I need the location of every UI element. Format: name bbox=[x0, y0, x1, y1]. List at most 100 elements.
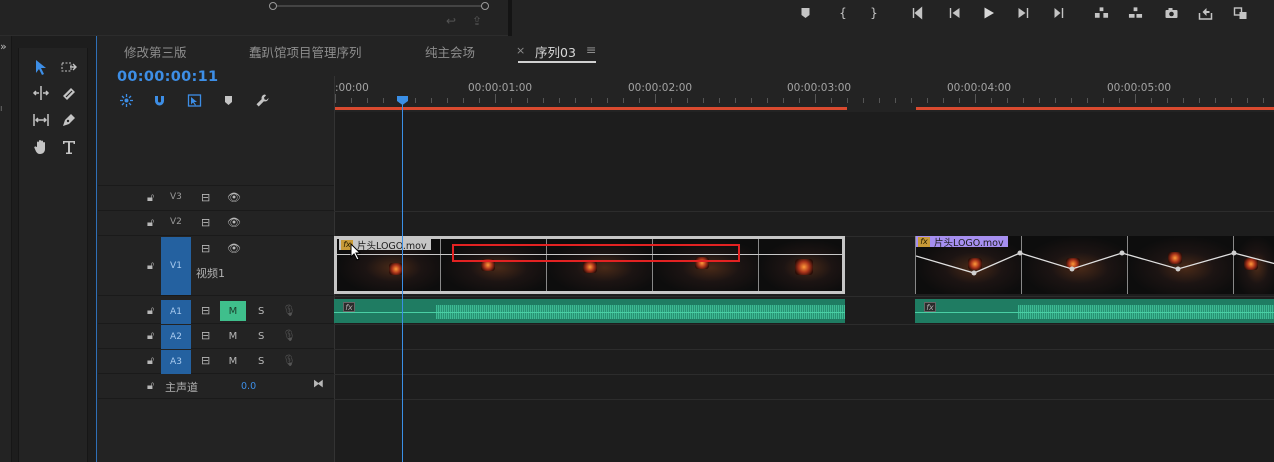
hand-tool-icon[interactable] bbox=[30, 136, 52, 158]
solo-button-a2[interactable]: S bbox=[258, 331, 264, 342]
add-marker-button[interactable] bbox=[794, 4, 816, 22]
eye-icon[interactable]: 👁︎ bbox=[227, 216, 241, 229]
ruler-tick bbox=[431, 98, 432, 103]
fx-badge[interactable]: fx bbox=[918, 236, 930, 247]
track-divider bbox=[334, 399, 1274, 400]
frame-highlight bbox=[389, 263, 403, 275]
comparison-view-icon[interactable] bbox=[1229, 4, 1251, 22]
tab-序列03[interactable]: 序列03 bbox=[535, 42, 576, 61]
eye-icon[interactable]: 👁︎ bbox=[227, 191, 241, 204]
track-target-a3[interactable]: A3 bbox=[161, 350, 191, 374]
tab-close-icon[interactable]: × bbox=[516, 44, 525, 57]
audio-fx-badge[interactable]: fx bbox=[343, 302, 355, 312]
track-divider bbox=[334, 349, 1274, 350]
snap-magnet-icon[interactable] bbox=[150, 92, 168, 108]
add-marker-icon[interactable] bbox=[219, 92, 237, 108]
lock-icon[interactable]: 🔓︎ bbox=[147, 329, 154, 343]
go-to-end-icon[interactable]: ⧓ bbox=[313, 377, 324, 390]
export-frame-icon[interactable] bbox=[1160, 4, 1182, 22]
audio-fx-badge[interactable]: fx bbox=[924, 302, 936, 312]
nest-sequence-icon[interactable] bbox=[117, 92, 135, 108]
lift-button[interactable] bbox=[1090, 4, 1112, 22]
step-back-button[interactable] bbox=[943, 4, 965, 22]
lock-icon[interactable]: 🔓︎ bbox=[147, 304, 154, 318]
mark-in-button[interactable]: { bbox=[832, 4, 854, 22]
extract-button[interactable] bbox=[1124, 4, 1146, 22]
timeline-settings-wrench-icon[interactable] bbox=[253, 92, 271, 108]
type-tool-icon[interactable] bbox=[58, 136, 80, 158]
audio-clip-1[interactable]: fx bbox=[334, 299, 845, 323]
export-icon[interactable] bbox=[1194, 4, 1216, 22]
sync-lock-icon[interactable]: ⊟ bbox=[201, 329, 210, 342]
track-label-v3[interactable]: V3 bbox=[170, 192, 182, 202]
ruler-tick bbox=[671, 98, 672, 103]
lock-icon[interactable]: 🔓︎ bbox=[147, 379, 154, 393]
voiceover-mic-icon[interactable]: 🎙︎ bbox=[282, 329, 296, 342]
voiceover-mic-icon[interactable]: 🎙︎ bbox=[282, 354, 296, 367]
track-select-tool-icon[interactable] bbox=[58, 56, 80, 78]
audio-volume-line[interactable] bbox=[915, 312, 1274, 313]
time-ruler[interactable]: :00:00 00:00:01:00 00:00:02:00 00:00:03:… bbox=[334, 76, 1274, 112]
voiceover-mic-icon[interactable]: 🎙︎ bbox=[282, 304, 296, 317]
video-clip-2[interactable]: fx 片头LOGO.mov bbox=[915, 236, 1274, 294]
lock-icon[interactable]: 🔓︎ bbox=[147, 259, 154, 273]
mute-button-a3[interactable]: M bbox=[220, 351, 246, 371]
source-out-handle[interactable] bbox=[481, 2, 489, 10]
slip-tool-icon[interactable] bbox=[30, 109, 52, 131]
sync-lock-icon[interactable]: ⊟ bbox=[201, 354, 210, 367]
overwrite-icon[interactable]: ⇪ bbox=[472, 14, 482, 28]
work-area-bar-2[interactable] bbox=[916, 107, 1274, 110]
selection-tool-icon[interactable] bbox=[30, 56, 52, 78]
work-area-bar-1[interactable] bbox=[335, 107, 847, 110]
master-volume-value[interactable]: 0.0 bbox=[241, 381, 256, 392]
go-to-out-button[interactable] bbox=[1046, 4, 1068, 22]
sync-lock-icon[interactable]: ⊟ bbox=[201, 216, 210, 229]
audio-clip-2[interactable]: fx bbox=[915, 299, 1274, 323]
insert-icon[interactable]: ↩ bbox=[446, 14, 456, 28]
razor-tool-icon[interactable] bbox=[58, 82, 80, 104]
playhead-line[interactable] bbox=[402, 98, 403, 462]
track-target-a2[interactable]: A2 bbox=[161, 325, 191, 349]
tab-纯主会场[interactable]: 纯主会场 bbox=[425, 42, 475, 61]
ruler-tick bbox=[495, 94, 496, 103]
audio-volume-line[interactable] bbox=[334, 312, 845, 313]
tab-修改第三版[interactable]: 修改第三版 bbox=[124, 42, 187, 61]
track-header-a2 bbox=[98, 324, 334, 349]
source-scrub-track[interactable] bbox=[272, 5, 486, 7]
play-button[interactable] bbox=[977, 4, 999, 22]
eye-icon[interactable]: 👁︎ bbox=[227, 242, 241, 255]
source-in-handle[interactable] bbox=[269, 2, 277, 10]
sync-lock-icon[interactable]: ⊟ bbox=[201, 191, 210, 204]
sync-lock-icon[interactable]: ⊟ bbox=[201, 304, 210, 317]
go-to-in-button[interactable] bbox=[907, 4, 929, 22]
mute-button-a1[interactable]: M bbox=[220, 301, 246, 321]
playhead-timecode[interactable]: 00:00:00:11 bbox=[117, 69, 218, 85]
ruler-tick bbox=[1263, 98, 1264, 103]
track-target-v1[interactable]: V1 bbox=[161, 237, 191, 295]
sync-lock-icon[interactable]: ⊟ bbox=[201, 242, 210, 255]
ruler-tick bbox=[607, 98, 608, 103]
ripple-edit-tool-icon[interactable] bbox=[30, 82, 52, 104]
tab-menu-icon[interactable]: ≡ bbox=[586, 42, 596, 57]
lock-icon[interactable]: 🔓︎ bbox=[147, 216, 154, 230]
track-divider bbox=[334, 211, 1274, 212]
solo-button-a1[interactable]: S bbox=[258, 306, 264, 317]
lock-icon[interactable]: 🔓︎ bbox=[147, 191, 154, 205]
ruler-tick bbox=[847, 98, 848, 103]
pen-tool-icon[interactable] bbox=[58, 109, 80, 131]
step-forward-button[interactable] bbox=[1012, 4, 1034, 22]
panel-overflow-icon[interactable]: » bbox=[0, 40, 7, 53]
ruler-tick bbox=[1167, 98, 1168, 103]
ruler-tick bbox=[927, 98, 928, 103]
lock-icon[interactable]: 🔓︎ bbox=[147, 354, 154, 368]
linked-selection-icon[interactable] bbox=[185, 92, 203, 108]
mute-button-a2[interactable]: M bbox=[220, 326, 246, 346]
track-divider bbox=[334, 374, 1274, 375]
track-label-v2[interactable]: V2 bbox=[170, 217, 182, 227]
ruler-label-3: 00:00:03:00 bbox=[787, 82, 852, 94]
solo-button-a3[interactable]: S bbox=[258, 356, 264, 367]
tab-蠢趴馆项目管理序列[interactable]: 蠢趴馆项目管理序列 bbox=[249, 42, 362, 61]
track-name-v1[interactable]: 视频1 bbox=[196, 265, 225, 281]
track-target-a1[interactable]: A1 bbox=[161, 300, 191, 324]
mark-out-button[interactable]: } bbox=[863, 4, 885, 22]
